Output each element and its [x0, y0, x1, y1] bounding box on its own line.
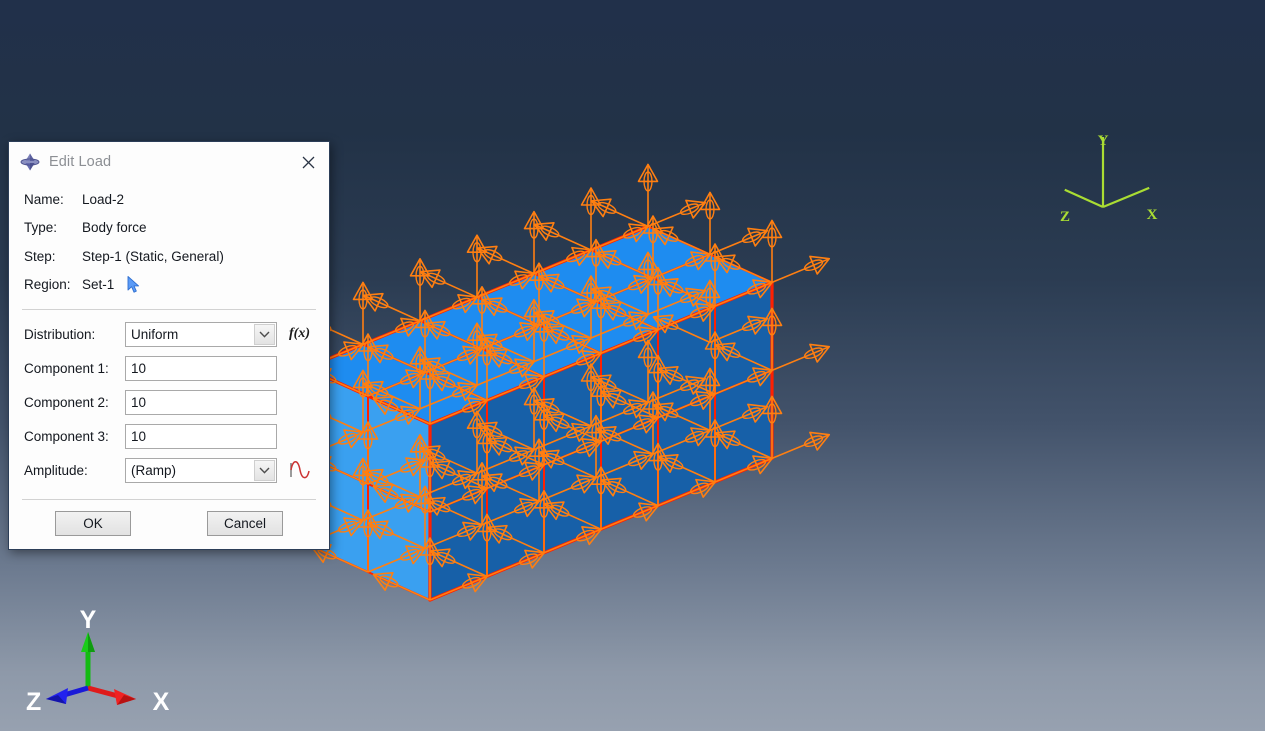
component-2-label: Component 2:	[24, 394, 109, 410]
model-triad-axis	[1102, 186, 1150, 209]
triad-x-label: X	[153, 688, 170, 716]
row-component-3: Component 3:	[24, 419, 329, 453]
analytical-field-fx-icon[interactable]: f(x)	[289, 326, 310, 342]
model-triad: Y X Z	[1060, 133, 1158, 225]
load-arrow	[419, 269, 478, 298]
triad-z-label: Z	[26, 688, 41, 716]
component-3-label: Component 3:	[24, 428, 109, 444]
triad-y-label: Y	[80, 606, 97, 634]
load-arrow	[771, 431, 831, 460]
load-arrow	[637, 163, 659, 227]
load-arrow	[771, 255, 831, 284]
load-arrow	[523, 210, 545, 274]
row-distribution: Distribution: Uniform f(x)	[24, 317, 329, 351]
chevron-glyph	[259, 467, 270, 474]
amplitude-label: Amplitude:	[24, 462, 88, 478]
step-label: Step:	[24, 248, 56, 264]
load-arrow	[590, 198, 649, 228]
distribution-select[interactable]: Uniform	[125, 321, 277, 347]
distribution-label: Distribution:	[24, 326, 96, 342]
info-row-region: Region: Set-1	[24, 271, 329, 300]
load-arrow	[647, 199, 707, 228]
load-arrow	[709, 227, 769, 256]
cancel-button[interactable]: Cancel	[207, 511, 283, 536]
corner-triad: Y X Z	[26, 606, 170, 716]
model-triad-label-z: Z	[1060, 209, 1070, 225]
step-value: Step-1 (Static, General)	[82, 248, 224, 264]
info-row-step: Step: Step-1 (Static, General)	[24, 242, 329, 271]
model-triad-label-y: Y	[1098, 133, 1109, 149]
load-arrow	[580, 187, 602, 250]
row-amplitude: Amplitude: (Ramp)	[24, 453, 329, 487]
chevron-down-icon[interactable]	[254, 323, 275, 345]
amplitude-curve-icon[interactable]	[288, 460, 312, 480]
application-window: Y X Z Y X Z Edit Load Name: Load-2 Type: B…	[0, 0, 1265, 731]
dialog-title: Edit Load	[49, 154, 112, 170]
amplitude-select[interactable]: (Ramp)	[125, 457, 277, 483]
component-1-label: Component 1:	[24, 360, 109, 376]
load-arrow	[409, 257, 431, 321]
load-form: Distribution: Uniform f(x) Component 1: …	[9, 310, 329, 495]
info-row-type: Type: Body force	[24, 214, 329, 243]
ok-button[interactable]: OK	[55, 511, 131, 536]
name-value: Load-2	[82, 191, 125, 207]
region-label: Region:	[24, 277, 71, 293]
component-3-input[interactable]	[125, 423, 277, 449]
model-triad-label-x: X	[1147, 207, 1158, 223]
load-arrow	[476, 245, 535, 275]
chevron-glyph	[259, 331, 270, 338]
component-1-input[interactable]	[125, 355, 277, 381]
close-x-glyph	[302, 156, 314, 168]
dialog-titlebar[interactable]: Edit Load	[9, 142, 329, 182]
component-2-input[interactable]	[125, 389, 277, 415]
chevron-down-icon[interactable]	[254, 459, 275, 481]
row-component-1: Component 1:	[24, 351, 329, 385]
load-arrow	[466, 234, 488, 298]
edit-load-dialog[interactable]: Edit Load Name: Load-2 Type: Body force …	[8, 141, 330, 550]
amplitude-value: (Ramp)	[131, 462, 177, 478]
close-icon[interactable]	[293, 148, 323, 176]
dialog-button-row: OK Cancel	[9, 500, 329, 549]
type-label: Type:	[24, 220, 58, 236]
info-row-name: Name: Load-2	[24, 185, 329, 214]
load-arrow	[352, 281, 374, 345]
mouse-pointer-icon[interactable]	[127, 275, 141, 294]
name-label: Name:	[24, 191, 64, 207]
region-value: Set-1	[82, 277, 115, 293]
load-diamond-icon	[20, 153, 40, 171]
model-triad-axis	[1064, 188, 1104, 209]
distribution-value: Uniform	[131, 326, 179, 342]
type-value: Body force	[82, 220, 147, 236]
load-arrow	[771, 343, 831, 372]
load-arrow	[533, 222, 592, 251]
load-info-block: Name: Load-2 Type: Body force Step: Step…	[9, 182, 329, 307]
row-component-2: Component 2:	[24, 385, 329, 419]
load-arrow	[362, 292, 421, 322]
